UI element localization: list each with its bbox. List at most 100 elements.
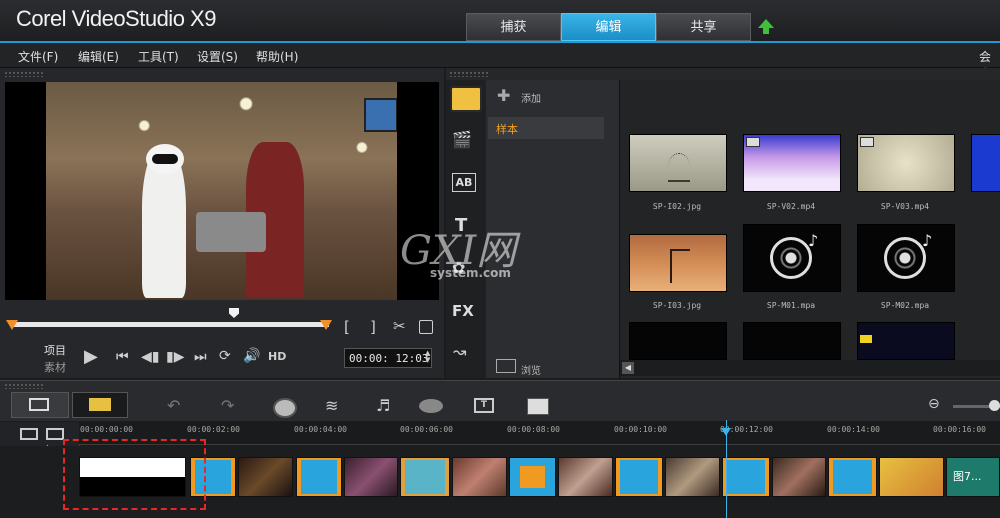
transition-clip[interactable] [400,457,450,497]
scrubber-bar[interactable] [11,322,329,327]
tree-silhouette [668,153,690,182]
library-item-name: SP-I02.jpg [652,202,702,211]
browse-icon[interactable] [496,359,516,373]
undo-icon[interactable]: ↶ [167,396,180,415]
ruler-tick: 00:00:06:00 [400,425,453,434]
record-capture-icon[interactable] [273,398,297,418]
menu-edit[interactable]: 编辑(E) [78,48,119,65]
transition-icon[interactable]: AB [452,173,476,192]
sound-mixer-icon[interactable]: ≋ [325,396,338,415]
photo-clip[interactable] [879,457,944,497]
track-manager-icon[interactable] [20,428,38,440]
timecode-stepper[interactable]: ▲ ▼ [425,350,430,364]
thumbnail-sp-m02[interactable]: ♪ [857,224,955,292]
thumbnail-sp-i02[interactable] [629,134,727,192]
auto-music-icon[interactable]: ♬ [376,396,390,415]
photo-clip[interactable] [665,457,720,497]
timeline-view-icon [89,398,111,411]
filter-fx-icon[interactable]: FX [452,302,474,320]
tab-share[interactable]: 共享 [656,13,751,41]
trim-end-marker[interactable] [320,320,332,330]
transition-clip[interactable] [828,457,877,497]
wall-tv [364,98,398,132]
library-item-name: SP-V02.mp4 [766,202,816,211]
menu-help[interactable]: 帮助(H) [256,48,298,65]
menu-file[interactable]: 文件(F) [18,48,58,65]
audio-disc-icon [770,237,812,279]
media-library-icon[interactable] [450,86,482,112]
path-icon[interactable]: ↝ [453,342,466,361]
menu-settings[interactable]: 设置(S) [197,48,238,65]
thumbnail-sp-i03[interactable] [629,234,727,292]
volume-icon[interactable]: 🔊 [243,348,260,364]
redo-icon[interactable]: ↷ [221,396,234,415]
video-badge-icon [746,137,760,147]
previous-frame-icon[interactable]: ◀▮ [141,349,159,365]
ruler-tick: 00:00:00:00 [80,425,133,434]
play-icon[interactable]: ▶ [84,346,98,367]
photo-clip[interactable] [772,457,826,497]
add-folder-icon[interactable]: ✚ [497,86,510,105]
multi-camera-icon[interactable] [527,398,549,415]
instant-project-icon[interactable]: 🎬 [452,130,472,149]
thumbnail-row3-audio[interactable] [743,322,841,360]
thumbnail-row3-video[interactable] [857,322,955,360]
home-icon[interactable]: ⏮ [116,349,129,365]
selection-highlight [63,439,206,510]
music-note-icon: ♪ [808,231,819,250]
storyboard-icon [29,398,49,411]
thumbnail-row3-audio[interactable] [629,322,727,360]
tab-capture[interactable]: 捕获 [466,13,561,41]
next-frame-icon[interactable]: ▮▶ [166,349,184,365]
transition-clip[interactable] [722,457,770,497]
zoom-slider-thumb[interactable] [989,400,1000,411]
image-clip-label[interactable]: 图7... [946,457,1000,497]
library-grip[interactable] [449,71,489,77]
photo-clip[interactable] [452,457,507,497]
desert-tree [670,249,690,283]
transition-clip[interactable] [615,457,663,497]
hd-toggle[interactable]: HD [268,350,286,363]
tray [196,212,266,252]
ruler-tick: 00:00:08:00 [507,425,560,434]
photo-clip[interactable] [344,457,398,497]
photo-clip[interactable] [558,457,613,497]
timecode-display[interactable]: 00:00: 12:03 [344,348,432,368]
timeline-grip[interactable] [4,383,44,389]
thumbnail-sp-m01[interactable]: ♪ [743,224,841,292]
thumbnail-partial[interactable] [971,134,1000,192]
menu-tools[interactable]: 工具(T) [138,48,179,65]
motion-tracking-icon[interactable] [419,399,443,413]
panel-grip[interactable] [4,71,44,77]
ruler-tick: 00:00:10:00 [614,425,667,434]
transition-clip[interactable] [509,457,556,497]
ruler-tick: 00:00:04:00 [294,425,347,434]
transition-clip[interactable] [296,457,342,497]
add-folder-label[interactable]: 添加 [521,90,541,105]
library-scrollbar[interactable] [620,360,1000,376]
timeline-playhead[interactable] [726,420,727,518]
library-thumbnail-grid [620,80,1000,360]
split-clip-icon[interactable]: ✂ [393,317,406,335]
end-icon[interactable]: ⏭ [194,349,207,365]
thumbnail-sp-v02[interactable] [743,134,841,192]
upload-icon-stem [763,27,769,34]
scroll-left-icon[interactable]: ◀ [622,362,634,374]
repeat-icon[interactable]: ⟳ [219,348,231,364]
video-badge-icon [860,335,872,343]
mark-out-button[interactable]: ] [370,318,376,336]
ruler-tick: 00:00:14:00 [827,425,880,434]
mode-project[interactable]: 项目 [44,342,66,358]
trim-start-marker[interactable] [6,320,18,330]
photo-clip[interactable] [238,457,293,497]
enlarge-icon[interactable] [419,320,433,334]
browse-label[interactable]: 浏览 [521,362,541,377]
mark-in-button[interactable]: [ [344,318,350,336]
zoom-out-icon[interactable]: ⊖ [928,396,940,412]
subtitle-editor-icon[interactable]: T [474,398,494,413]
add-chapter-icon[interactable] [46,428,64,440]
mode-clip[interactable]: 素材 [44,359,66,375]
thumbnail-sp-v03[interactable] [857,134,955,192]
ruler-tick: 00:00:16:00 [933,425,986,434]
tab-edit[interactable]: 编辑 [561,13,656,41]
